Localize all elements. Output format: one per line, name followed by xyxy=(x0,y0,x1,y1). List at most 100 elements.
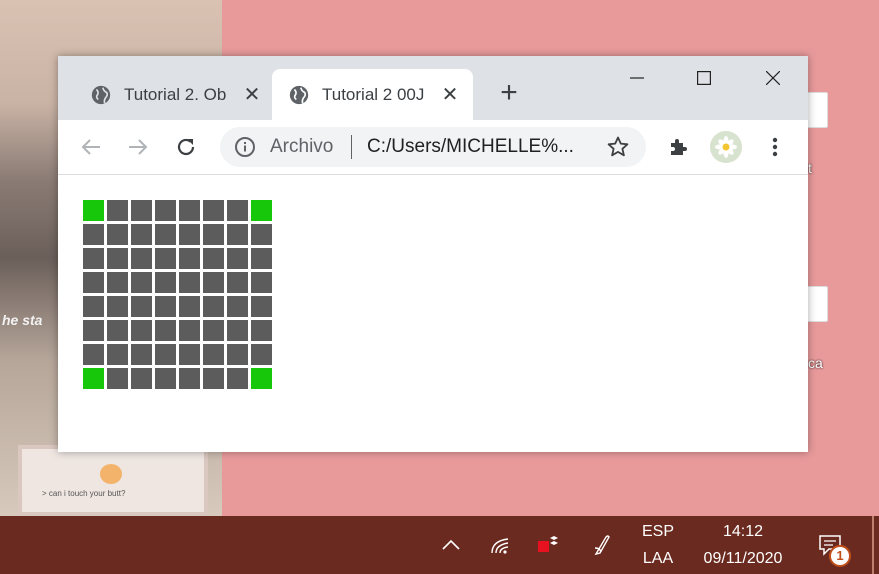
address-bar[interactable]: Archivo C:/Users/MICHELLE%... xyxy=(220,127,646,167)
grid-cell xyxy=(251,344,272,365)
grid-cell xyxy=(203,248,224,269)
grid-cell xyxy=(179,200,200,221)
grid-cell xyxy=(179,368,200,389)
grid-cell xyxy=(203,272,224,293)
grid-cell xyxy=(155,272,176,293)
grid-cell xyxy=(131,368,152,389)
tab-active[interactable]: Tutorial 2 00J ✕ xyxy=(272,69,473,120)
close-icon[interactable] xyxy=(740,56,806,100)
language-code[interactable]: ESP xyxy=(636,523,680,541)
grid-cell xyxy=(83,296,104,317)
browser-window: Tutorial 2. Ob ✕ Tutorial 2 00J ✕ + Arch… xyxy=(58,56,808,452)
grid-cell xyxy=(131,224,152,245)
grid-cell xyxy=(107,248,128,269)
minimize-icon[interactable] xyxy=(604,56,670,100)
clock-time[interactable]: 14:12 xyxy=(695,523,791,541)
grid-cell xyxy=(179,320,200,341)
grid-cell xyxy=(83,248,104,269)
grid-cell xyxy=(107,200,128,221)
tab-title: Tutorial 2. Ob xyxy=(124,84,227,104)
grid-cell xyxy=(155,368,176,389)
grid-cell xyxy=(131,296,152,317)
puzzle-icon[interactable] xyxy=(666,134,692,160)
grid-cell-highlighted xyxy=(83,368,104,389)
grid-cell xyxy=(203,200,224,221)
grid-cell xyxy=(179,344,200,365)
grid-cell xyxy=(203,368,224,389)
url-text[interactable]: C:/Users/MICHELLE%... xyxy=(367,136,574,158)
page-content xyxy=(58,175,808,452)
globe-icon xyxy=(289,85,309,104)
grid-cell xyxy=(131,344,152,365)
grid-cell xyxy=(227,320,248,341)
grid-cell xyxy=(227,224,248,245)
grid-cell xyxy=(251,320,272,341)
notification-badge: 1 xyxy=(829,545,851,567)
grid-cell xyxy=(203,320,224,341)
show-desktop-button[interactable] xyxy=(872,516,874,574)
info-icon[interactable] xyxy=(234,136,256,158)
grid-cell xyxy=(83,344,104,365)
grid-cell xyxy=(83,272,104,293)
arrow-right-icon[interactable] xyxy=(125,134,151,160)
peach-icon xyxy=(100,464,122,484)
omnibox-divider xyxy=(351,135,352,159)
grid-cell xyxy=(155,344,176,365)
more-vert-icon[interactable] xyxy=(762,134,788,160)
grid-cell xyxy=(131,272,152,293)
tab-strip: Tutorial 2. Ob ✕ Tutorial 2 00J ✕ + xyxy=(58,56,808,120)
grid-cell xyxy=(227,344,248,365)
grid-cell xyxy=(203,344,224,365)
star-icon[interactable] xyxy=(606,135,630,159)
clock-date[interactable]: 09/11/2020 xyxy=(695,550,791,568)
close-tab-icon[interactable]: ✕ xyxy=(440,82,460,107)
grid-cell xyxy=(203,224,224,245)
grid-cell xyxy=(227,368,248,389)
globe-icon xyxy=(91,85,111,104)
grid-cell xyxy=(179,272,200,293)
grid-cell xyxy=(227,200,248,221)
grid-cell xyxy=(203,296,224,317)
tab-inactive[interactable]: Tutorial 2. Ob ✕ xyxy=(74,69,270,120)
desktop-icon-label[interactable]: t xyxy=(808,160,812,176)
grid-cell xyxy=(131,320,152,341)
grid-cell xyxy=(179,224,200,245)
grid-cell xyxy=(251,296,272,317)
grid-cell xyxy=(131,200,152,221)
grid-cell-highlighted xyxy=(83,200,104,221)
grid-cell xyxy=(107,296,128,317)
desktop-icon-label[interactable]: ca xyxy=(808,355,823,371)
grid-cell-highlighted xyxy=(251,200,272,221)
grid-cell xyxy=(131,248,152,269)
browser-toolbar: Archivo C:/Users/MICHELLE%... xyxy=(58,120,808,175)
close-tab-icon[interactable]: ✕ xyxy=(242,82,262,107)
grid-cell xyxy=(251,272,272,293)
grid-cell xyxy=(227,248,248,269)
cell-grid xyxy=(83,200,272,389)
grid-cell xyxy=(155,296,176,317)
reload-icon[interactable] xyxy=(173,134,199,160)
dropbox-icon[interactable] xyxy=(533,516,561,574)
arrow-left-icon[interactable] xyxy=(78,134,104,160)
grid-cell xyxy=(155,248,176,269)
grid-cell xyxy=(227,296,248,317)
grid-cell xyxy=(107,320,128,341)
grid-cell xyxy=(155,200,176,221)
grid-cell xyxy=(251,224,272,245)
keyboard-layout[interactable]: LAA xyxy=(636,550,680,568)
grid-cell xyxy=(155,320,176,341)
grid-cell xyxy=(179,296,200,317)
scheme-label: Archivo xyxy=(270,136,334,157)
wifi-icon[interactable] xyxy=(487,516,515,574)
chevron-up-icon[interactable] xyxy=(437,516,465,574)
grid-cell xyxy=(251,248,272,269)
plus-icon[interactable]: + xyxy=(494,78,524,108)
grid-cell xyxy=(227,272,248,293)
maximize-icon[interactable] xyxy=(671,56,737,100)
grid-cell xyxy=(155,224,176,245)
pen-icon[interactable] xyxy=(588,516,616,574)
avatar[interactable] xyxy=(710,131,742,163)
grid-cell-highlighted xyxy=(251,368,272,389)
grid-cell xyxy=(83,224,104,245)
grid-cell xyxy=(107,272,128,293)
